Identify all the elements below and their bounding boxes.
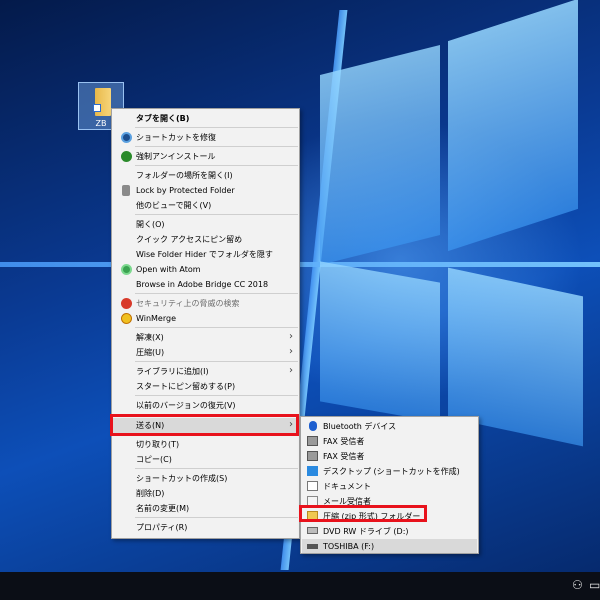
chevron-right-icon: › [289,365,293,376]
document-icon [307,481,318,491]
menu-item-cut[interactable]: 切り取り(T) [113,437,298,452]
security-icon [121,298,132,309]
menu-item-winmerge[interactable]: WinMerge [113,311,298,326]
lock-icon [122,185,130,196]
menu-item-wise-folder-hider[interactable]: Wise Folder Hider でフォルダを隠す [113,247,298,262]
menu-item-copy[interactable]: コピー(C) [113,452,298,467]
menu-item-extract[interactable]: 解凍(X) › [113,330,298,345]
menu-item-force-uninstall[interactable]: 強制アンインストール [113,149,298,164]
dvd-drive-icon [307,527,318,534]
notification-icon[interactable]: ▭ [589,578,600,592]
menu-item-open-other-view[interactable]: 他のビューで開く(V) [113,198,298,213]
menu-item-lock-protected-folder[interactable]: Lock by Protected Folder [113,183,298,198]
menu-item-repair-shortcut[interactable]: ショートカットを修復 [113,130,298,145]
menu-item-open-with-atom[interactable]: Open with Atom [113,262,298,277]
desktop-icon [307,466,318,476]
usb-drive-icon [307,544,318,549]
fax-icon [307,451,318,461]
context-menu: タブを開く(B) ショートカットを修復 強制アンインストール フォルダーの場所を… [111,108,300,539]
uninstall-icon [121,151,132,162]
send-to-toshiba-drive[interactable]: TOSHIBA (F:) [302,539,477,553]
menu-item-open-folder-location[interactable]: フォルダーの場所を開く(I) [113,168,298,183]
menu-item-adobe-bridge[interactable]: Browse in Adobe Bridge CC 2018 [113,277,298,292]
menu-item-restore-previous-versions[interactable]: 以前のバージョンの復元(V) [113,398,298,413]
send-to-submenu: Bluetooth デバイス FAX 受信者 FAX 受信者 デスクトップ (シ… [300,416,479,554]
menu-item-create-shortcut[interactable]: ショートカットの作成(S) [113,471,298,486]
send-to-dvd-drive[interactable]: DVD RW ドライブ (D:) [302,524,477,538]
send-to-desktop[interactable]: デスクトップ (ショートカットを作成) [302,464,477,478]
menu-item-rename[interactable]: 名前の変更(M) [113,501,298,516]
send-to-fax-2[interactable]: FAX 受信者 [302,449,477,463]
menu-item-pin-quick-access[interactable]: クイック アクセスにピン留め [113,232,298,247]
menu-item-open[interactable]: 開く(O) [113,217,298,232]
taskbar [0,572,600,600]
menu-item-security-scan[interactable]: セキュリティ上の脅威の検索 [113,296,298,311]
menu-item-pin-to-start[interactable]: スタートにピン留めする(P) [113,379,298,394]
fax-icon [307,436,318,446]
menu-item-properties[interactable]: プロパティ(R) [113,520,298,535]
menu-item-delete[interactable]: 削除(D) [113,486,298,501]
send-to-documents[interactable]: ドキュメント [302,479,477,493]
repair-shortcut-icon [121,132,132,143]
atom-icon [121,264,132,275]
menu-item-compress[interactable]: 圧縮(U) › [113,345,298,360]
folder-icon [93,88,111,116]
menu-item-open-tab[interactable]: タブを開く(B) [113,111,298,126]
highlight-zip-folder [299,505,427,522]
send-to-bluetooth[interactable]: Bluetooth デバイス [302,419,477,433]
winmerge-icon [121,313,132,324]
chevron-right-icon: › [289,346,293,357]
highlight-send-to [110,414,299,436]
people-icon[interactable]: ⚇ [572,578,583,592]
bluetooth-icon [309,421,317,431]
chevron-right-icon: › [289,331,293,342]
menu-item-add-to-library[interactable]: ライブラリに追加(I) › [113,364,298,379]
send-to-fax-1[interactable]: FAX 受信者 [302,434,477,448]
